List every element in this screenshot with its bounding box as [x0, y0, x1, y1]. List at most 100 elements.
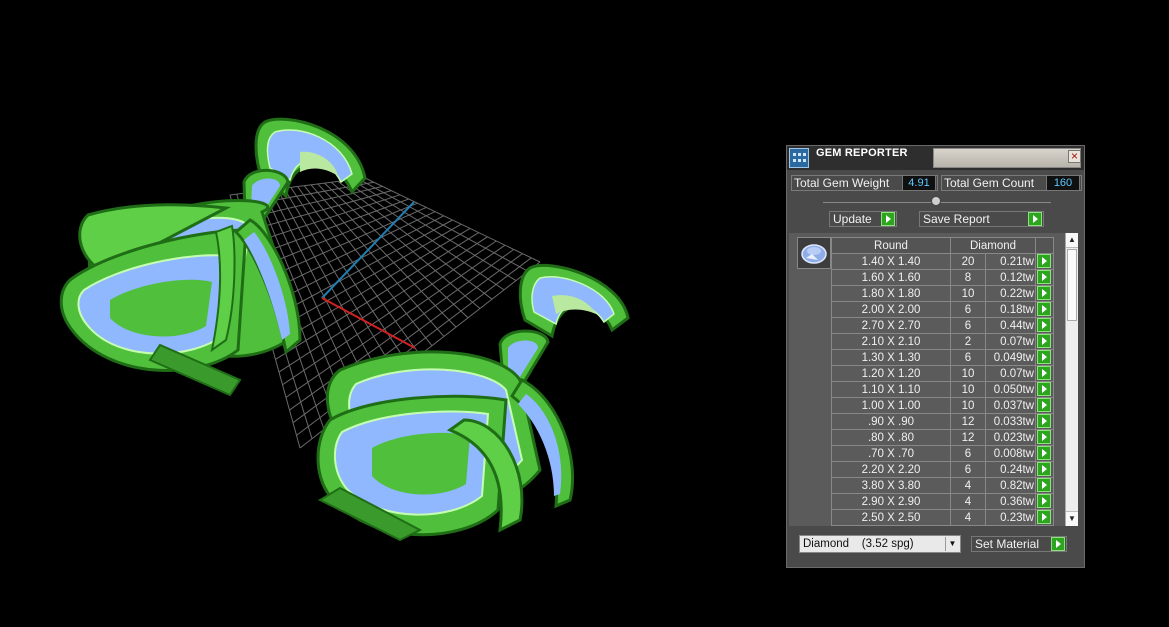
- go-arrow-icon[interactable]: [1037, 446, 1051, 460]
- go-arrow-icon[interactable]: [1037, 414, 1051, 428]
- gem-row-action: [1035, 333, 1054, 350]
- total-weight-value: 4.91: [902, 175, 936, 191]
- gem-size: 1.00 X 1.00: [831, 397, 951, 414]
- go-arrow-icon[interactable]: [1037, 398, 1051, 412]
- gem-weight: 0.44tw: [985, 317, 1036, 334]
- gem-row[interactable]: .70 X .70 6 0.008tw: [831, 445, 1054, 462]
- material-select[interactable]: Diamond (3.52 spg) ▼: [799, 535, 961, 553]
- go-arrow-icon[interactable]: [1037, 430, 1051, 444]
- model-render: [59, 117, 630, 542]
- viewport-3d[interactable]: [0, 0, 780, 622]
- gem-weight: 0.22tw: [985, 285, 1036, 302]
- gem-size: 2.10 X 2.10: [831, 333, 951, 350]
- save-report-label: Save Report: [923, 212, 990, 226]
- gem-count: 12: [950, 413, 986, 430]
- gem-weight: 0.12tw: [985, 269, 1036, 286]
- gem-size: .70 X .70: [831, 445, 951, 462]
- round-gem-icon: [797, 237, 831, 269]
- gem-weight: 0.023tw: [985, 429, 1036, 446]
- go-arrow-icon: [1051, 537, 1065, 551]
- gem-size: 2.90 X 2.90: [831, 493, 951, 510]
- gem-size: 1.20 X 1.20: [831, 365, 951, 382]
- gem-size: 1.10 X 1.10: [831, 381, 951, 398]
- gem-row[interactable]: 1.10 X 1.10 10 0.050tw: [831, 381, 1054, 398]
- gem-row-action: [1035, 381, 1054, 398]
- go-arrow-icon[interactable]: [1037, 494, 1051, 508]
- panel-title: GEM REPORTER: [816, 147, 908, 159]
- gem-weight: 0.07tw: [985, 333, 1036, 350]
- update-label: Update: [833, 212, 872, 226]
- gem-row[interactable]: 1.30 X 1.30 6 0.049tw: [831, 349, 1054, 366]
- close-icon[interactable]: ×: [1068, 150, 1081, 163]
- go-arrow-icon[interactable]: [1037, 254, 1051, 268]
- go-arrow-icon[interactable]: [1037, 462, 1051, 476]
- go-arrow-icon[interactable]: [1037, 382, 1051, 396]
- gem-size: .90 X .90: [831, 413, 951, 430]
- gem-row[interactable]: 2.90 X 2.90 4 0.36tw: [831, 493, 1054, 510]
- go-arrow-icon: [1028, 212, 1042, 226]
- gem-size: 2.50 X 2.50: [831, 509, 951, 526]
- gem-size: 1.60 X 1.60: [831, 269, 951, 286]
- gem-row[interactable]: 2.50 X 2.50 4 0.23tw: [831, 509, 1054, 526]
- gem-row[interactable]: 2.00 X 2.00 6 0.18tw: [831, 301, 1054, 318]
- gem-row-action: [1035, 365, 1054, 382]
- scroll-down-icon[interactable]: ▼: [1066, 511, 1078, 526]
- gem-row[interactable]: 1.40 X 1.40 20 0.21tw: [831, 253, 1054, 270]
- gem-table: Round Diamond 1.40 X 1.40 20 0.21tw 1.60 X …: [831, 237, 1054, 526]
- gem-row-action: [1035, 445, 1054, 462]
- gem-row-action: [1035, 269, 1054, 286]
- gem-count: 4: [950, 477, 986, 494]
- gem-size: 3.80 X 3.80: [831, 477, 951, 494]
- gem-count: 4: [950, 509, 986, 526]
- earring-right[interactable]: [316, 263, 630, 542]
- title-bar-tab: [933, 148, 1081, 168]
- scroll-up-icon[interactable]: ▲: [1066, 233, 1078, 248]
- gem-row-action: [1035, 301, 1054, 318]
- set-material-button[interactable]: Set Material: [971, 536, 1067, 552]
- gem-row[interactable]: 3.80 X 3.80 4 0.82tw: [831, 477, 1054, 494]
- scrollbar-thumb[interactable]: [1067, 249, 1077, 321]
- go-arrow-icon[interactable]: [1037, 334, 1051, 348]
- earring-left[interactable]: [59, 117, 367, 397]
- save-report-button[interactable]: Save Report: [919, 211, 1044, 227]
- total-count-label: Total Gem Count: [944, 176, 1035, 190]
- go-arrow-icon[interactable]: [1037, 478, 1051, 492]
- gem-row-action: [1035, 285, 1054, 302]
- gem-count: 20: [950, 253, 986, 270]
- gem-size: 2.20 X 2.20: [831, 461, 951, 478]
- gem-row[interactable]: 2.70 X 2.70 6 0.44tw: [831, 317, 1054, 334]
- total-count-value: 160: [1046, 175, 1080, 191]
- go-arrow-icon[interactable]: [1037, 302, 1051, 316]
- gem-row[interactable]: .80 X .80 12 0.023tw: [831, 429, 1054, 446]
- gem-count: 6: [950, 461, 986, 478]
- gem-count: 6: [950, 445, 986, 462]
- go-arrow-icon[interactable]: [1037, 270, 1051, 284]
- chevron-down-icon[interactable]: ▼: [945, 537, 959, 551]
- gem-weight: 0.07tw: [985, 365, 1036, 382]
- gem-weight: 0.36tw: [985, 493, 1036, 510]
- gem-row[interactable]: 1.00 X 1.00 10 0.037tw: [831, 397, 1054, 414]
- gem-list-scrollbar[interactable]: ▲ ▼: [1065, 233, 1078, 526]
- gem-row[interactable]: 2.10 X 2.10 2 0.07tw: [831, 333, 1054, 350]
- go-arrow-icon[interactable]: [1037, 366, 1051, 380]
- gem-row[interactable]: .90 X .90 12 0.033tw: [831, 413, 1054, 430]
- update-button[interactable]: Update: [829, 211, 897, 227]
- go-arrow-icon[interactable]: [1037, 350, 1051, 364]
- gem-row[interactable]: 1.80 X 1.80 10 0.22tw: [831, 285, 1054, 302]
- gem-row-action: [1035, 429, 1054, 446]
- gem-row[interactable]: 1.20 X 1.20 10 0.07tw: [831, 365, 1054, 382]
- gem-count: 8: [950, 269, 986, 286]
- go-arrow-icon: [881, 212, 895, 226]
- go-arrow-icon[interactable]: [1037, 510, 1051, 524]
- gem-row[interactable]: 1.60 X 1.60 8 0.12tw: [831, 269, 1054, 286]
- gem-weight: 0.18tw: [985, 301, 1036, 318]
- title-bar[interactable]: GEM REPORTER ×: [787, 146, 1084, 170]
- gem-row[interactable]: 2.20 X 2.20 6 0.24tw: [831, 461, 1054, 478]
- gem-count: 6: [950, 301, 986, 318]
- gem-size: 1.40 X 1.40: [831, 253, 951, 270]
- set-material-label: Set Material: [975, 537, 1040, 551]
- size-slider-knob[interactable]: [931, 196, 941, 206]
- go-arrow-icon[interactable]: [1037, 318, 1051, 332]
- gem-row-action: [1035, 509, 1054, 526]
- go-arrow-icon[interactable]: [1037, 286, 1051, 300]
